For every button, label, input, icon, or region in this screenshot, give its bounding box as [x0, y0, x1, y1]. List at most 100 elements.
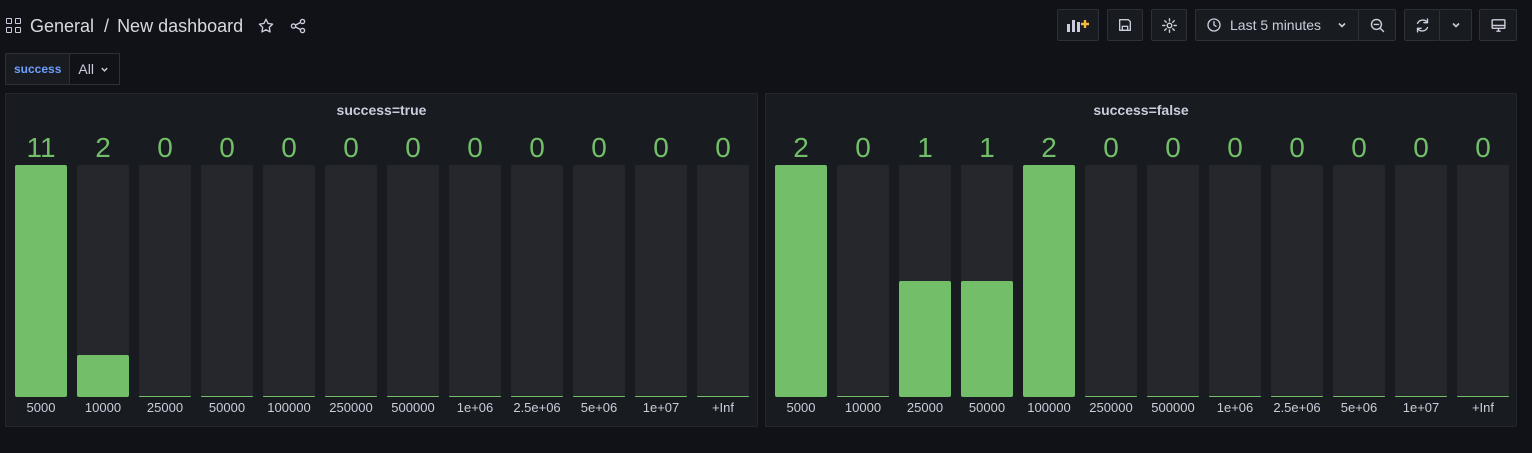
chevron-down-icon — [1338, 22, 1346, 28]
bar-value: 0 — [1351, 132, 1367, 163]
bar-track — [1209, 165, 1261, 397]
bar-value: 0 — [855, 132, 871, 163]
bar-fill — [1457, 396, 1509, 397]
bar-value: 2 — [95, 132, 111, 163]
bar-value: 0 — [1413, 132, 1429, 163]
bar-value: 1 — [979, 132, 995, 163]
bar-value: 0 — [1475, 132, 1491, 163]
bar-label: 2.5e+06 — [513, 400, 561, 415]
bar-track — [263, 165, 315, 397]
refresh-button[interactable] — [1404, 9, 1440, 41]
bar-fill — [263, 396, 315, 397]
bar-fill — [1395, 396, 1447, 397]
monitor-icon — [1490, 18, 1506, 32]
bar-label: 1e+06 — [456, 400, 494, 415]
bar-track — [449, 165, 501, 397]
bar-label: 500000 — [1151, 400, 1195, 415]
bar-value: 11 — [26, 132, 56, 163]
bar-fill — [139, 396, 191, 397]
star-icon[interactable] — [257, 17, 275, 35]
panel-title[interactable]: success=false — [766, 102, 1516, 118]
bar-value: 2 — [1041, 132, 1057, 163]
bar-value: 0 — [529, 132, 545, 163]
breadcrumb-folder[interactable]: General — [30, 16, 94, 37]
bar-track — [573, 165, 625, 397]
save-dashboard-button[interactable] — [1107, 9, 1143, 41]
bar-fill — [1271, 396, 1323, 397]
breadcrumb-separator: / — [104, 15, 110, 36]
bar-fill — [1147, 396, 1199, 397]
bar-value: 0 — [281, 132, 297, 163]
panel-title[interactable]: success=true — [6, 102, 757, 118]
bar-value: 2 — [793, 132, 809, 163]
bar-fill — [1209, 396, 1261, 397]
bar-label: 100000 — [1027, 400, 1071, 415]
template-variables: success All — [5, 53, 120, 85]
bar-track — [697, 165, 749, 397]
bar-label: 50000 — [208, 400, 246, 415]
bar-fill — [961, 281, 1013, 397]
variable-select[interactable]: All — [69, 53, 120, 85]
bar-track — [201, 165, 253, 397]
dashboards-grid-icon — [6, 18, 22, 34]
bar-fill — [1023, 165, 1075, 397]
bar-fill — [1085, 396, 1137, 397]
bar-fill — [573, 396, 625, 397]
zoom-out-button[interactable] — [1358, 9, 1396, 41]
bar-label: 5000 — [786, 400, 816, 415]
bar-track — [1457, 165, 1509, 397]
bar-value: 1 — [917, 132, 933, 163]
bar-track — [1395, 165, 1447, 397]
dashboard-title[interactable]: New dashboard — [117, 16, 243, 37]
add-panel-icon — [1067, 20, 1089, 32]
bar-value: 0 — [343, 132, 359, 163]
bar-value: 0 — [1103, 132, 1119, 163]
tv-mode-button[interactable] — [1479, 9, 1517, 41]
bar-label: 1e+07 — [1402, 400, 1440, 415]
add-panel-button[interactable] — [1057, 9, 1099, 41]
bar-value: 0 — [157, 132, 173, 163]
bar-label: 250000 — [1089, 400, 1133, 415]
bar-value: 0 — [653, 132, 669, 163]
bar-label: 250000 — [329, 400, 373, 415]
bar-value: 0 — [591, 132, 607, 163]
save-icon — [1119, 19, 1131, 31]
bar-fill — [511, 396, 563, 397]
bar-value: 0 — [219, 132, 235, 163]
variable-value: All — [78, 61, 94, 77]
bar-fill — [837, 396, 889, 397]
zoom-out-icon — [1370, 18, 1384, 32]
bar-gauge-panel-success-true[interactable]: success=true 11 5000 2 10000 0 25000 0 50000 0 10… — [5, 93, 758, 427]
bar-label: 2.5e+06 — [1273, 400, 1321, 415]
bar-gauge-panel-success-false[interactable]: success=false 2 5000 0 10000 1 2 5000 1 50000 2 10… — [765, 93, 1517, 427]
bar-label: +Inf — [1471, 400, 1495, 415]
bar-label: 25000 — [146, 400, 184, 415]
share-icon[interactable] — [289, 17, 307, 35]
bar-fill — [899, 281, 951, 397]
time-range-picker[interactable]: Last 5 minutes — [1195, 9, 1359, 41]
bar-track — [837, 165, 889, 397]
bar-track — [1147, 165, 1199, 397]
bar-value: 0 — [1289, 132, 1305, 163]
bar-fill — [325, 396, 377, 397]
bar-label: 5e+06 — [580, 400, 618, 415]
bar-label: 10000 — [844, 400, 882, 415]
bar-fill — [449, 396, 501, 397]
bar-value: 0 — [467, 132, 483, 163]
variable-label: success — [5, 53, 70, 85]
bar-label: 1e+06 — [1216, 400, 1254, 415]
bar-label: +Inf — [711, 400, 735, 415]
chevron-down-icon — [1451, 22, 1460, 28]
bar-track — [1271, 165, 1323, 397]
bar-label: 5e+06 — [1340, 400, 1378, 415]
bar-fill — [201, 396, 253, 397]
bar-fill — [77, 355, 129, 397]
bar-track — [325, 165, 377, 397]
refresh-interval-dropdown[interactable] — [1439, 9, 1472, 41]
dashboard-settings-button[interactable] — [1151, 9, 1187, 41]
bar-value: 0 — [405, 132, 421, 163]
bar-label: 50000 — [968, 400, 1006, 415]
bar-label: 10000 — [84, 400, 122, 415]
gear-icon — [1161, 17, 1177, 33]
bar-track — [139, 165, 191, 397]
